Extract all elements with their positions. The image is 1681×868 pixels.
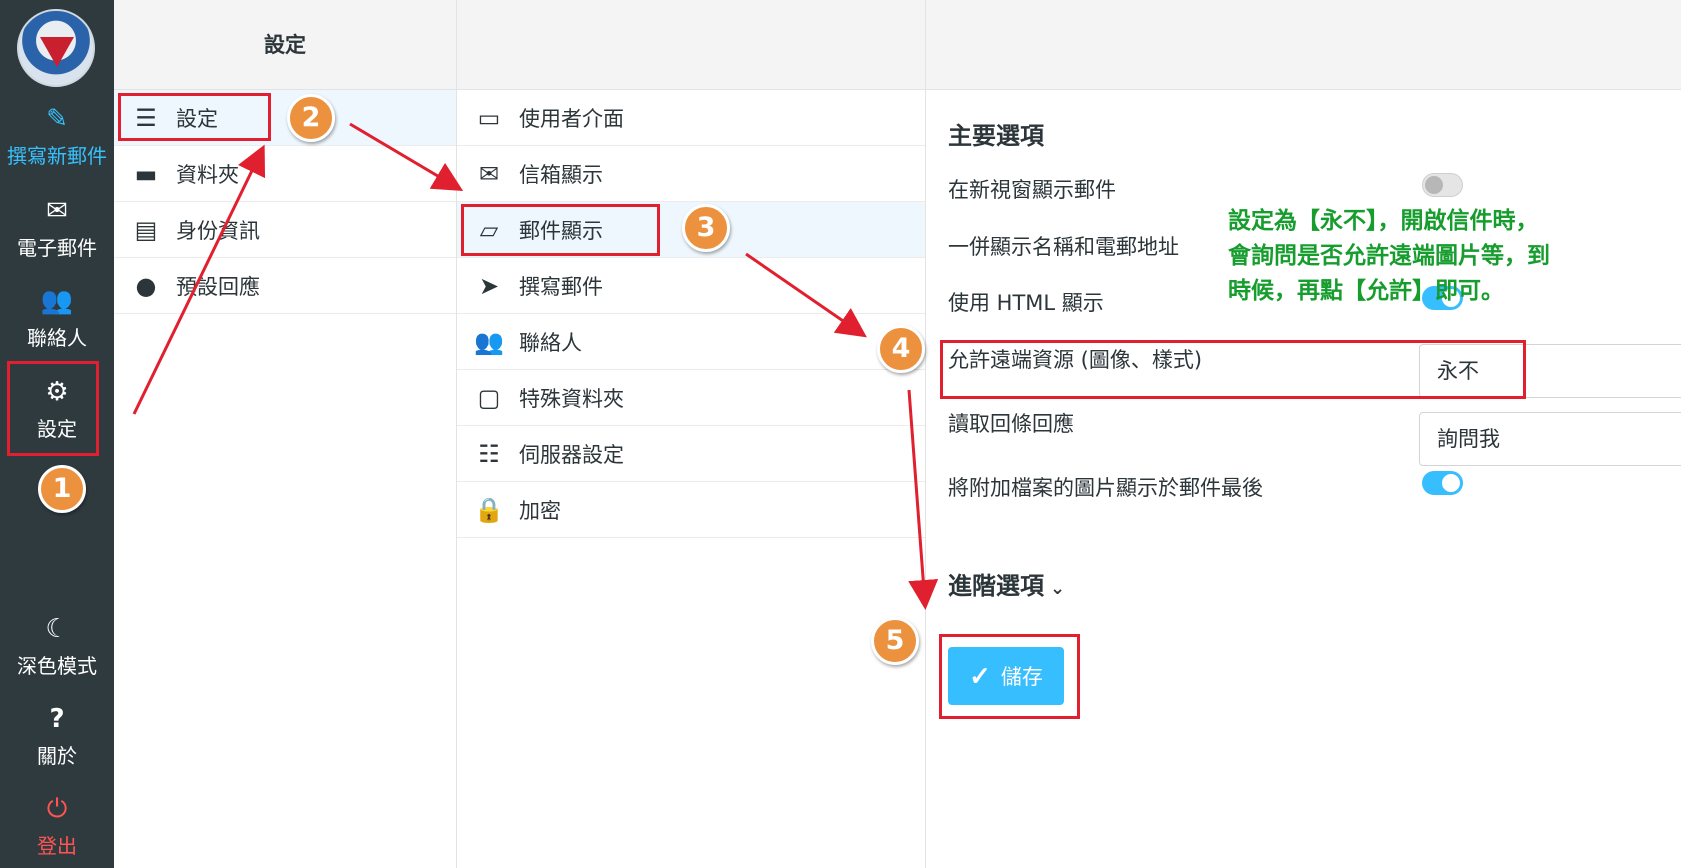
- section-item-mailbox-view[interactable]: ✉ 信箱顯示: [457, 146, 925, 202]
- monitor-icon: ▭: [477, 103, 501, 132]
- attach-images-toggle[interactable]: [1422, 471, 1463, 495]
- settings-header: 設定: [114, 0, 457, 90]
- mail-label: 電子郵件: [17, 236, 97, 260]
- contacts-button[interactable]: 👥 聯絡人: [0, 286, 114, 351]
- section-item-label: 撰寫郵件: [519, 274, 603, 299]
- step-badge-4: 4: [877, 325, 925, 373]
- server-icon: ☷: [478, 439, 500, 468]
- section-item-label: 聯絡人: [519, 330, 582, 355]
- mail-button[interactable]: ✉ 電子郵件: [0, 196, 114, 261]
- settings-item-label: 資料夾: [176, 162, 239, 187]
- attach-images-label: 將附加檔案的圖片顯示於郵件最後: [948, 476, 1263, 500]
- step-badge-3: 3: [682, 204, 730, 252]
- section-item-encryption[interactable]: 🔒 加密: [457, 482, 925, 538]
- note-line: 會詢問是否允許遠端圖片等，到: [1228, 243, 1550, 269]
- section-item-ui[interactable]: ▭ 使用者介面: [457, 90, 925, 146]
- prefs-header: [926, 0, 1681, 90]
- compose-icon: ✎: [46, 104, 68, 134]
- settings-list: ☰ 設定 ▬ 資料夾 ▤ 身份資訊 ● 預設回應: [114, 90, 457, 868]
- highlight-box-preferences: [118, 93, 271, 141]
- settings-item-responses[interactable]: ● 預設回應: [114, 258, 456, 314]
- question-icon: ?: [49, 704, 65, 734]
- settings-item-folders[interactable]: ▬ 資料夾: [114, 146, 456, 202]
- section-item-label: 信箱顯示: [519, 162, 603, 187]
- highlight-box-save: [939, 634, 1080, 719]
- section-item-label: 伺服器設定: [519, 442, 624, 467]
- folder-outline-icon: ▢: [477, 383, 501, 412]
- note-line: 時候，再點【允許】即可。: [1228, 278, 1504, 304]
- show-name-email-label: 一併顯示名稱和電郵地址: [948, 235, 1179, 259]
- main-options-title: 主要選項: [948, 122, 1044, 150]
- highlight-box-remote-resources: [940, 340, 1526, 399]
- compose-label: 撰寫新郵件: [7, 144, 107, 168]
- instruction-note: 設定為【永不】，開啟信件時， 會詢問是否允許遠端圖片等，到 時候，再點【允許】即…: [1228, 204, 1648, 309]
- open-new-window-toggle[interactable]: [1422, 173, 1463, 197]
- settings-item-label: 預設回應: [176, 274, 260, 299]
- id-card-icon: ▤: [134, 215, 158, 244]
- read-receipt-select[interactable]: 詢問我: [1419, 412, 1681, 466]
- open-new-window-label: 在新視窗顯示郵件: [948, 178, 1116, 202]
- section-item-contacts[interactable]: 👥 聯絡人: [457, 314, 925, 370]
- settings-item-label: 身份資訊: [176, 218, 260, 243]
- about-label: 關於: [37, 744, 77, 768]
- folder-icon: ▬: [134, 159, 158, 188]
- note-line: 設定為【永不】，開啟信件時，: [1228, 208, 1539, 234]
- contacts-label: 聯絡人: [27, 326, 87, 350]
- compose-button[interactable]: ✎ 撰寫新郵件: [0, 104, 114, 169]
- sections-header: [457, 0, 926, 90]
- advanced-options-toggle[interactable]: 進階選項 ⌄: [948, 566, 1065, 601]
- power-icon: ⏻: [46, 794, 68, 824]
- advanced-options-label: 進階選項: [948, 572, 1044, 600]
- step-badge-1: 1: [38, 465, 86, 513]
- users-icon: 👥: [40, 286, 74, 316]
- html-display-label: 使用 HTML 顯示: [948, 291, 1104, 315]
- section-item-special-folders[interactable]: ▢ 特殊資料夾: [457, 370, 925, 426]
- section-item-compose[interactable]: ➤ 撰寫郵件: [457, 258, 925, 314]
- comment-icon: ●: [135, 271, 157, 300]
- organization-logo: [17, 9, 95, 87]
- paper-plane-icon: ➤: [478, 271, 500, 300]
- read-receipt-label: 讀取回條回應: [948, 412, 1074, 436]
- dark-mode-label: 深色模式: [17, 654, 97, 678]
- highlight-box-message-view: [461, 204, 660, 256]
- highlight-box-settings: [7, 361, 99, 456]
- lock-icon: 🔒: [474, 495, 504, 524]
- logout-label: 登出: [37, 834, 77, 858]
- settings-item-identities[interactable]: ▤ 身份資訊: [114, 202, 456, 258]
- section-item-label: 加密: [519, 498, 561, 523]
- envelope-icon: ✉: [478, 159, 500, 188]
- moon-icon: ☾: [45, 614, 69, 644]
- section-item-label: 特殊資料夾: [519, 386, 624, 411]
- users-icon: 👥: [474, 327, 504, 356]
- step-badge-5: 5: [871, 617, 919, 665]
- settings-header-title: 設定: [264, 33, 306, 57]
- envelope-icon: ✉: [46, 196, 68, 226]
- logout-button[interactable]: ⏻ 登出: [0, 794, 114, 859]
- chevron-down-icon: ⌄: [1050, 578, 1066, 599]
- step-badge-2: 2: [287, 94, 335, 142]
- dark-mode-button[interactable]: ☾ 深色模式: [0, 614, 114, 679]
- about-button[interactable]: ? 關於: [0, 704, 114, 769]
- section-item-label: 使用者介面: [519, 106, 624, 131]
- section-item-server[interactable]: ☷ 伺服器設定: [457, 426, 925, 482]
